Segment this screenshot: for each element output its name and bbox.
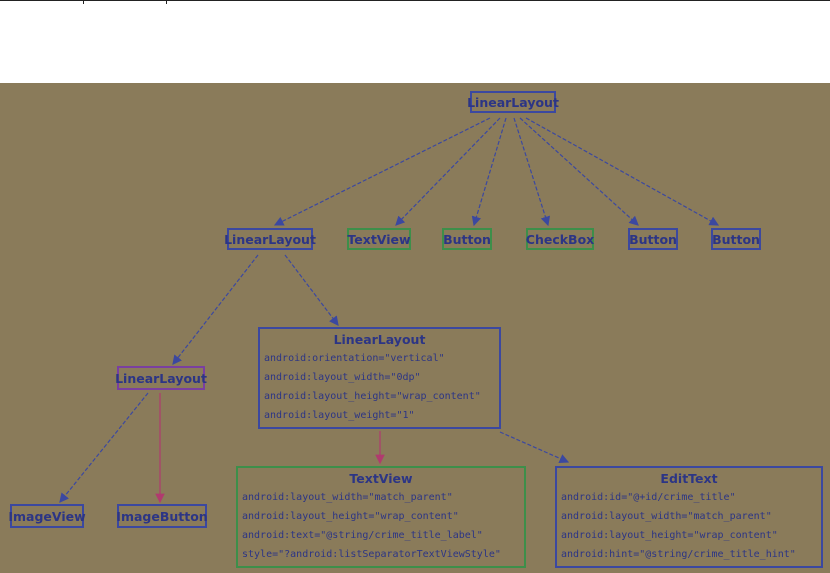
edittext-attr-box: EditText android:id="@+id/crime_title" a… — [555, 466, 823, 568]
tick-mark — [83, 0, 84, 4]
textview-attr-box: TextView android:layout_width="match_par… — [236, 466, 526, 568]
node-left-linearlayout: LinearLayout — [115, 366, 207, 390]
attr-line: android:orientation="vertical" — [264, 353, 445, 364]
node-button-3: Button — [711, 228, 761, 250]
attr-line: android:id="@+id/crime_title" — [561, 492, 736, 503]
node-textview: TextView — [347, 228, 411, 250]
edittext-box-title: EditText — [660, 471, 718, 486]
attr-line: android:layout_width="match_parent" — [561, 511, 772, 522]
node-checkbox: CheckBox — [526, 228, 594, 250]
attr-line: style="?android:listSeparatorTextViewSty… — [242, 549, 501, 560]
detail-linearlayout-box: LinearLayout android:orientation="vertic… — [258, 327, 501, 429]
attr-line: android:layout_width="match_parent" — [242, 492, 453, 503]
tick-mark — [166, 0, 167, 4]
attr-line: android:layout_width="0dp" — [264, 372, 421, 383]
attr-line: android:hint="@string/crime_title_hint" — [561, 549, 796, 560]
node-imagebutton: ImageButton — [116, 504, 208, 528]
attr-line: android:layout_height="wrap_content" — [242, 511, 459, 522]
node-linearlayout: LinearLayout — [224, 228, 316, 250]
node-imageview: ImageView — [8, 504, 86, 528]
attr-line: android:layout_height="wrap_content" — [264, 391, 481, 402]
detail-linearlayout-title: LinearLayout — [333, 332, 426, 347]
node-root-linearlayout: LinearLayout — [467, 91, 559, 113]
attr-line: android:text="@string/crime_title_label" — [242, 530, 483, 541]
top-border-line — [0, 0, 830, 1]
node-button-2: Button — [628, 228, 678, 250]
attr-line: android:layout_height="wrap_content" — [561, 530, 778, 541]
textview-box-title: TextView — [349, 471, 413, 486]
top-blank-area — [0, 0, 830, 83]
attr-line: android:layout_weight="1" — [264, 410, 415, 421]
node-button-1: Button — [442, 228, 492, 250]
